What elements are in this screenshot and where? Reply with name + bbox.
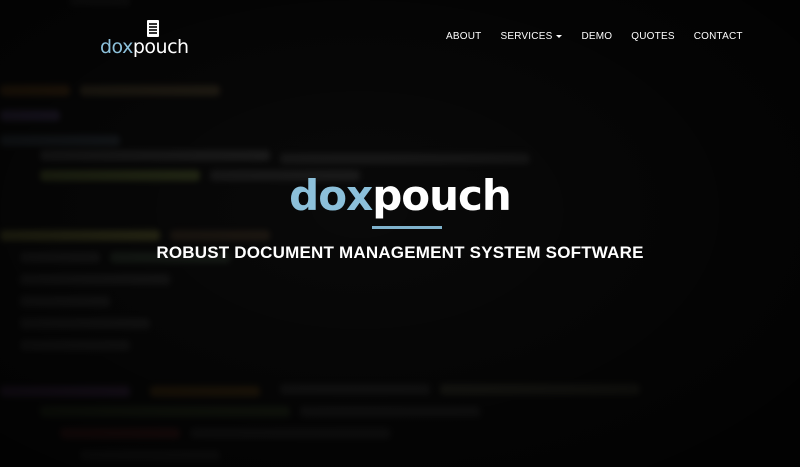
main-nav: ABOUT SERVICES DEMO QUOTES CONTACT (446, 31, 743, 42)
nav-item-demo[interactable]: DEMO (581, 31, 612, 42)
nav-item-services-label: SERVICES (500, 31, 553, 42)
document-icon (147, 20, 159, 37)
nav-item-services[interactable]: SERVICES (500, 31, 563, 42)
background-overlay (0, 0, 800, 467)
brand-logo[interactable]: doxpouch (100, 20, 189, 58)
hero-title-pouch: pouch (372, 171, 512, 220)
nav-item-contact[interactable]: CONTACT (694, 31, 743, 42)
hero-divider (372, 226, 442, 229)
hero-title-dox: dox (289, 171, 373, 220)
logo-wordmark: doxpouch (100, 36, 189, 58)
nav-item-quotes[interactable]: QUOTES (631, 31, 674, 42)
logo-text-pouch: pouch (132, 36, 189, 58)
hero-section: doxpouch ABOUT SERVICES DEMO QUOTES CONT… (0, 0, 800, 467)
hero-subtitle: ROBUST DOCUMENT MANAGEMENT SYSTEM SOFTWA… (156, 243, 644, 262)
chevron-down-icon (556, 35, 563, 38)
logo-text-dox: dox (100, 36, 133, 58)
nav-item-about[interactable]: ABOUT (446, 31, 481, 42)
hero-title: doxpouch (0, 168, 800, 224)
